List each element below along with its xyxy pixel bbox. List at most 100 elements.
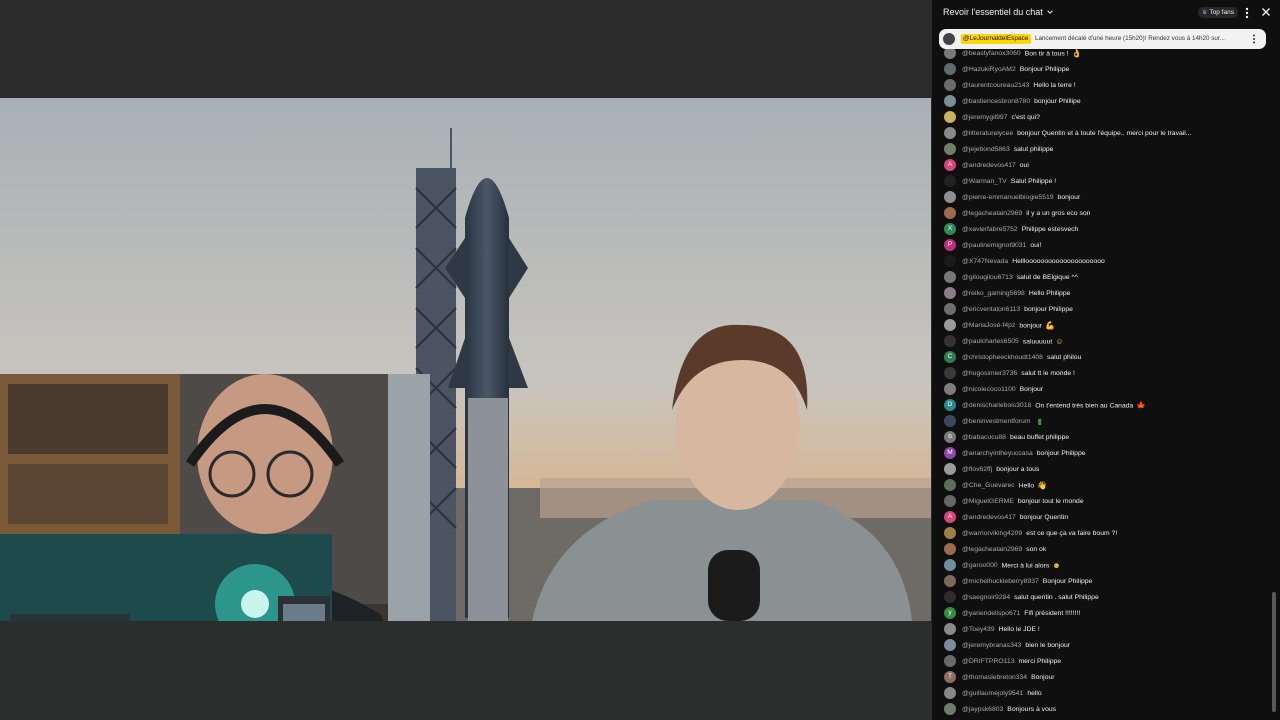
chat-author-name[interactable]: @thomaslebreton334 bbox=[962, 674, 1027, 681]
chat-message[interactable]: @ericventalon6113 bonjour Philippe bbox=[932, 301, 1272, 317]
avatar[interactable] bbox=[944, 495, 956, 507]
close-icon[interactable] bbox=[1260, 6, 1272, 18]
chat-message[interactable]: @jejebond5863 salut philippe bbox=[932, 141, 1272, 157]
chat-mode-dropdown[interactable]: Revoir l'essentiel du chat bbox=[943, 7, 1054, 17]
chat-message[interactable]: X @xavierfabre5752 Philippe estesvech bbox=[932, 221, 1272, 237]
chat-author-name[interactable]: @Warman_TV bbox=[962, 178, 1007, 185]
chat-message[interactable]: @DRIFTPRO113 merci Philippe bbox=[932, 653, 1272, 669]
chat-author-name[interactable]: @babacucu88 bbox=[962, 434, 1006, 441]
avatar[interactable] bbox=[944, 143, 956, 155]
avatar[interactable] bbox=[944, 287, 956, 299]
avatar[interactable]: P bbox=[944, 239, 956, 251]
chat-message[interactable]: @gilougilou6713 salut de BElgique ^^ bbox=[932, 269, 1272, 285]
chat-message[interactable]: @reiko_gaming5698 Hello Philippe bbox=[932, 285, 1272, 301]
avatar[interactable] bbox=[944, 367, 956, 379]
chat-message[interactable]: @laurentcoureau2143 Hello la terre ! bbox=[932, 77, 1272, 93]
chat-message[interactable]: T @thomaslebreton334 Bonjour bbox=[932, 669, 1272, 685]
chat-author-name[interactable]: @beastyfanox3060 bbox=[962, 50, 1021, 57]
more-vert-icon[interactable] bbox=[1250, 33, 1258, 45]
chat-message[interactable]: @Toey439 Hello le JDE ! bbox=[932, 621, 1272, 637]
chat-message[interactable]: @saegnoir9284 salut quentin . salut Phili… bbox=[932, 589, 1272, 605]
avatar[interactable]: C bbox=[944, 351, 956, 363]
more-vert-icon[interactable] bbox=[1241, 6, 1253, 20]
chat-message[interactable]: @jaypsk6803 Bonjours à vous bbox=[932, 701, 1272, 717]
chat-message[interactable]: y @yariendelispo671 Fifi président !!!!!!!… bbox=[932, 605, 1272, 621]
chat-author-name[interactable]: @Che_Guevarec bbox=[962, 482, 1015, 489]
avatar[interactable] bbox=[944, 127, 956, 139]
chat-author-name[interactable]: @MiguelGERME bbox=[962, 498, 1014, 505]
chat-author-name[interactable]: @jaypsk6803 bbox=[962, 706, 1003, 713]
avatar[interactable]: X bbox=[944, 223, 956, 235]
chat-message[interactable]: @hugosimier3736 salut tt le monde ! bbox=[932, 365, 1272, 381]
chat-message[interactable]: @Warman_TV Salut Philippe ! bbox=[932, 173, 1272, 189]
avatar[interactable] bbox=[944, 623, 956, 635]
avatar[interactable] bbox=[944, 639, 956, 651]
chat-message[interactable]: @litteraturelycee bonjour Quentin et à to… bbox=[932, 125, 1272, 141]
chat-message[interactable]: @flov62ffj bonjour a tous bbox=[932, 461, 1272, 477]
chat-author-name[interactable]: @andredevos417 bbox=[962, 514, 1016, 521]
chat-message[interactable]: A @andredevos417 oui bbox=[932, 157, 1272, 173]
avatar[interactable] bbox=[944, 335, 956, 347]
chat-author-name[interactable]: @nicolecoco1100 bbox=[962, 386, 1016, 393]
chat-author-name[interactable]: @jejebond5863 bbox=[962, 146, 1010, 153]
chat-scrollbar[interactable] bbox=[1272, 592, 1276, 712]
chat-message[interactable]: @jeremybranas343 bien le bonjour bbox=[932, 637, 1272, 653]
pinned-message-banner[interactable]: @LeJournaldelEspace Lancement décalé d'u… bbox=[939, 29, 1266, 49]
avatar[interactable]: b bbox=[944, 431, 956, 443]
chat-message[interactable]: P @paulinemignot9031 oui! bbox=[932, 237, 1272, 253]
avatar[interactable] bbox=[944, 415, 956, 427]
chat-author-name[interactable]: @litteraturelycee bbox=[962, 130, 1013, 137]
chat-author-name[interactable]: @paulinemignot9031 bbox=[962, 242, 1026, 249]
chat-author-name[interactable]: @guillaumejoly9541 bbox=[962, 690, 1023, 697]
avatar[interactable]: D bbox=[944, 399, 956, 411]
chat-author-name[interactable]: @flov62ffj bbox=[962, 466, 992, 473]
video-player[interactable] bbox=[0, 0, 931, 720]
chat-message[interactable]: @legachealain2969 il y a un gros eco son bbox=[932, 205, 1272, 221]
chat-author-name[interactable]: @anarchyintheyuccasa bbox=[962, 450, 1033, 457]
chat-author-name[interactable]: @pierre-emmanuelbiogie5519 bbox=[962, 194, 1054, 201]
chat-author-name[interactable]: @MariaJosé-f4pz bbox=[962, 322, 1015, 329]
chat-author-name[interactable]: @beninvestmentforum bbox=[962, 418, 1030, 425]
chat-message[interactable]: C @christopheeckhoudt1408 salut philou bbox=[932, 349, 1272, 365]
chat-message[interactable]: @HazukiRyoAM2 Bonjour Philippe bbox=[932, 61, 1272, 77]
chat-author-name[interactable]: @garoo000 bbox=[962, 562, 998, 569]
chat-author-name[interactable]: @warriorviking4209 bbox=[962, 530, 1022, 537]
chat-message[interactable]: @nicolecoco1100 Bonjour bbox=[932, 381, 1272, 397]
chat-message[interactable]: @paulcharles6505 saluuuuut ☺ bbox=[932, 333, 1272, 349]
chat-message[interactable]: @bastiencesbron8780 bonjour Phillipe bbox=[932, 93, 1272, 109]
avatar[interactable] bbox=[944, 319, 956, 331]
chat-message-list[interactable]: @beastyfanox3060 Bon tir à tous ! 👌 @Hazuki… bbox=[932, 45, 1272, 720]
chat-message[interactable]: @garoo000 Merci à lui alors ☻ bbox=[932, 557, 1272, 573]
avatar[interactable] bbox=[944, 559, 956, 571]
chat-author-name[interactable]: @andredevos417 bbox=[962, 162, 1016, 169]
avatar[interactable] bbox=[944, 175, 956, 187]
chat-message[interactable]: @MiguelGERME bonjour tout le monde bbox=[932, 493, 1272, 509]
avatar[interactable]: A bbox=[944, 159, 956, 171]
avatar[interactable] bbox=[944, 191, 956, 203]
chat-author-name[interactable]: @hugosimier3736 bbox=[962, 370, 1017, 377]
avatar[interactable] bbox=[944, 207, 956, 219]
chat-author-name[interactable]: @X747Nevada bbox=[962, 258, 1008, 265]
avatar[interactable] bbox=[944, 79, 956, 91]
chat-author-name[interactable]: @michelhuckleberry8937 bbox=[962, 578, 1039, 585]
chat-author-name[interactable]: @legachealain2969 bbox=[962, 210, 1022, 217]
chat-author-name[interactable]: @xavierfabre5752 bbox=[962, 226, 1018, 233]
avatar[interactable] bbox=[944, 479, 956, 491]
top-fans-button[interactable]: ♛ Top fans bbox=[1198, 7, 1238, 18]
chat-author-name[interactable]: @ericventalon6113 bbox=[962, 306, 1020, 313]
avatar[interactable] bbox=[944, 111, 956, 123]
avatar[interactable] bbox=[944, 383, 956, 395]
avatar[interactable] bbox=[944, 687, 956, 699]
avatar[interactable] bbox=[944, 95, 956, 107]
avatar[interactable]: A bbox=[944, 511, 956, 523]
avatar[interactable] bbox=[944, 527, 956, 539]
avatar[interactable] bbox=[944, 63, 956, 75]
chat-author-name[interactable]: @saegnoir9284 bbox=[962, 594, 1010, 601]
chat-author-name[interactable]: @laurentcoureau2143 bbox=[962, 82, 1029, 89]
chat-author-name[interactable]: @christopheeckhoudt1408 bbox=[962, 354, 1043, 361]
chat-author-name[interactable]: @HazukiRyoAM2 bbox=[962, 66, 1016, 73]
chat-author-name[interactable]: @gilougilou6713 bbox=[962, 274, 1013, 281]
chat-message[interactable]: @guillaumejoly9541 hello bbox=[932, 685, 1272, 701]
chat-author-name[interactable]: @DRIFTPRO113 bbox=[962, 658, 1014, 665]
avatar[interactable] bbox=[944, 303, 956, 315]
